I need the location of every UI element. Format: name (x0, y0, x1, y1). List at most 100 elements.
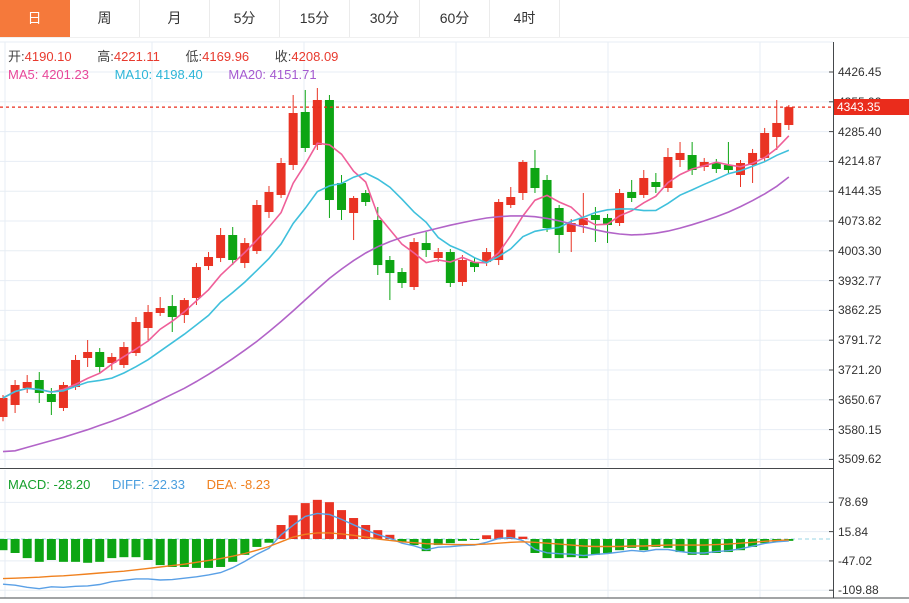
dea-value: -8.23 (240, 477, 271, 492)
open-value: 4190.10 (24, 49, 72, 64)
price-axis-label: 4144.35 (838, 184, 882, 199)
candle-body (542, 179, 552, 229)
candle-body (337, 182, 347, 210)
macd-bar (22, 539, 32, 559)
close-label: 收: (274, 49, 292, 64)
price-axis-label: 3862.25 (838, 303, 882, 318)
candlestick-chart (0, 41, 909, 599)
macd-bar (264, 539, 274, 543)
ma-info-row: MA5: 4201.23 MA10: 4198.40 MA20: 4151.71 (8, 67, 339, 82)
candle-body (784, 107, 794, 126)
candle-body (167, 306, 177, 318)
candle-body (373, 219, 383, 266)
macd-bar (107, 539, 117, 559)
macd-axis-label: 15.84 (838, 524, 869, 539)
macd-bar (83, 539, 93, 563)
macd-bar (204, 539, 214, 568)
candle-body (639, 177, 649, 195)
macd-bar (10, 539, 20, 553)
macd-bar (554, 539, 564, 559)
candle-body (445, 252, 455, 283)
macd-bar (639, 539, 649, 551)
macd-label: MACD: (8, 477, 50, 492)
price-axis-label: 4003.30 (838, 243, 882, 258)
candle-body (216, 234, 226, 259)
diff-value: -22.33 (148, 477, 186, 492)
candle-body (385, 260, 395, 274)
last-price-badge: 4343.35 (834, 99, 909, 116)
candle-body (361, 192, 371, 202)
macd-axis-label: -109.88 (838, 583, 879, 598)
macd-bar (470, 539, 480, 540)
macd-bar (155, 539, 165, 566)
high-label: 高: (97, 49, 114, 64)
ma20-line (2, 176, 790, 453)
open-label: 开: (8, 49, 25, 64)
macd-bar (228, 539, 238, 562)
price-axis-label: 3932.77 (838, 273, 882, 288)
candle-body (204, 257, 214, 267)
macd-bar (216, 539, 226, 567)
macd-bar (71, 539, 81, 562)
macd-bar (252, 539, 262, 547)
ma5-value: 4201.23 (41, 67, 89, 82)
macd-bar (457, 539, 467, 541)
candle-body (264, 191, 274, 213)
macd-bar (0, 539, 8, 551)
price-axis-label: 3580.15 (838, 422, 882, 437)
candle-body (288, 113, 298, 165)
macd-bar (179, 539, 189, 567)
candle-body (409, 242, 419, 288)
candle-body (191, 267, 201, 298)
price-axis-label: 3650.67 (838, 392, 882, 407)
candle-body (530, 167, 540, 189)
macd-bar (143, 539, 153, 560)
ma20-label: MA20: (228, 67, 266, 82)
candle-body (46, 394, 56, 402)
diff-label: DIFF: (112, 477, 145, 492)
macd-axis-label: 78.69 (838, 495, 869, 510)
macd-bar (542, 539, 552, 559)
candle-body (22, 382, 32, 389)
candle-body (651, 182, 661, 187)
macd-bar (445, 539, 455, 544)
macd-bar (167, 539, 177, 567)
candle-body (95, 351, 105, 367)
ohlc-info-row: 开:4190.10 高:4221.11 低:4169.96 收:4208.09 (8, 46, 360, 65)
macd-bar (482, 535, 492, 539)
candle-body (83, 351, 93, 358)
macd-info-row: MACD: -28.20 DIFF: -22.33 DEA: -8.23 (8, 477, 292, 492)
candle-body (675, 152, 685, 160)
close-value: 4208.09 (291, 49, 339, 64)
macd-bar (663, 539, 673, 548)
candle-body (627, 191, 637, 198)
candle-body (457, 260, 467, 282)
candle-body (433, 252, 443, 259)
macd-bar (119, 539, 129, 558)
macd-bar (191, 539, 201, 568)
dea-label: DEA: (206, 477, 237, 492)
price-axis-label: 3791.72 (838, 333, 882, 348)
candle-body (494, 201, 504, 261)
ma5-label: MA5: (8, 67, 39, 82)
candle-body (0, 397, 8, 417)
candle-body (34, 380, 44, 393)
candle-body (349, 197, 359, 213)
candle-body (276, 162, 286, 195)
high-value: 4221.11 (113, 49, 160, 64)
price-axis-label: 4426.45 (838, 65, 882, 79)
macd-axis-label: -47.02 (838, 553, 873, 568)
macd-value: -28.20 (53, 477, 91, 492)
candle-body (772, 122, 782, 138)
ma20-value: 4151.71 (269, 67, 317, 82)
candle-body (590, 215, 600, 220)
low-label: 低: (185, 49, 203, 64)
candle-body (10, 385, 20, 405)
candle-body (506, 197, 516, 205)
price-axis-label: 4285.40 (838, 124, 882, 139)
candle-body (397, 272, 407, 283)
low-value: 4169.96 (202, 49, 250, 64)
macd-bar (615, 539, 625, 551)
ma10-value: 4198.40 (155, 67, 203, 82)
candle-body (155, 308, 165, 313)
